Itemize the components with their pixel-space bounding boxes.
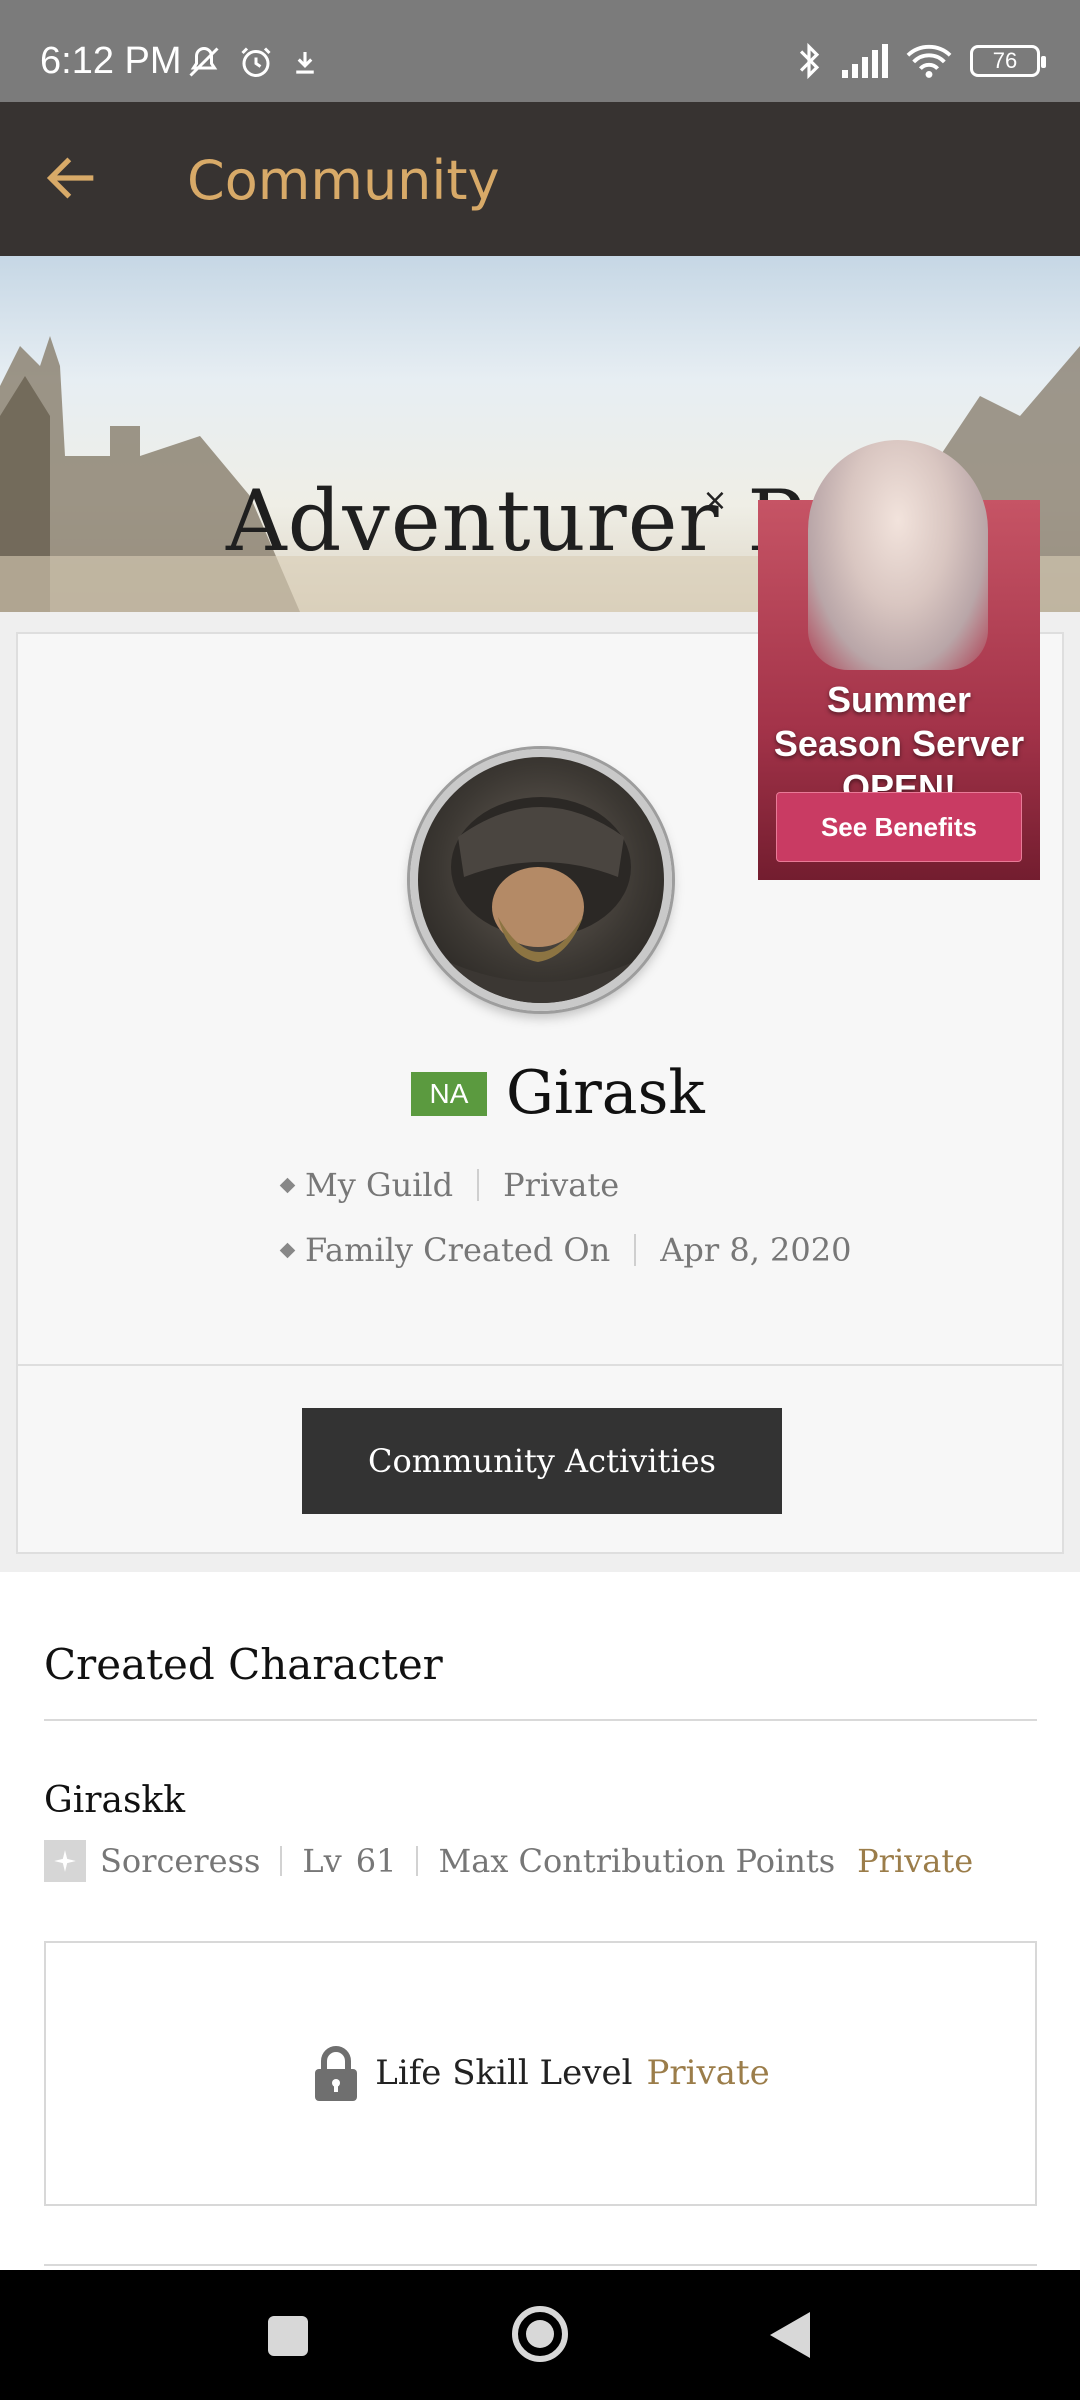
section-divider (44, 1719, 1037, 1721)
separator (634, 1234, 637, 1266)
contribution-value: Private (857, 1842, 974, 1880)
status-time: 6:12 PM (40, 40, 182, 82)
bullet-icon (279, 1242, 296, 1258)
community-activities-button[interactable]: Community Activities (302, 1408, 782, 1514)
life-skill-box: Life Skill Level Private (44, 1941, 1037, 2206)
back-button[interactable] (40, 146, 104, 210)
recents-button[interactable] (268, 2316, 308, 2356)
created-value: Apr 8, 2020 (660, 1231, 852, 1269)
separator (477, 1169, 480, 1201)
system-nav-bar (0, 2270, 1080, 2400)
promo-text: Summer Season Server OPEN! (773, 679, 1025, 808)
system-back-button[interactable] (770, 2312, 810, 2358)
guild-row: My Guild Private (279, 1166, 620, 1204)
section-divider (44, 2264, 1037, 2266)
status-icons-left (186, 44, 320, 80)
sorceress-class-icon (44, 1840, 86, 1882)
home-button[interactable] (512, 2306, 568, 2362)
wifi-icon (906, 45, 952, 78)
character-name[interactable]: Giraskk (44, 1780, 185, 1821)
character-info-row: Sorceress Lv 61 Max Contribution Points … (44, 1840, 973, 1882)
promo-ad[interactable]: Summer Season Server OPEN! See Benefits (758, 440, 1040, 880)
created-row: Family Created On Apr 8, 2020 (279, 1231, 852, 1269)
page-title: Community (187, 149, 500, 212)
arrow-left-icon (46, 157, 94, 199)
level-value: 61 (355, 1842, 397, 1880)
contribution-label: Max Contribution Points (438, 1842, 836, 1880)
promo-character-image (808, 440, 988, 670)
mute-icon (189, 46, 219, 77)
bullet-icon (279, 1177, 296, 1193)
separator (416, 1846, 419, 1876)
download-icon (296, 52, 314, 74)
life-skill-value: Private (646, 2053, 770, 2093)
character-portrait (438, 797, 644, 1003)
status-bar: 6:12 PM 76 (0, 0, 1080, 102)
signal-icon (842, 44, 888, 78)
section-title: Created Character (44, 1640, 443, 1689)
app-bar: Community (0, 102, 1080, 256)
close-icon[interactable]: × (700, 486, 730, 516)
lock-icon (315, 2046, 358, 2101)
character-class: Sorceress (100, 1842, 261, 1880)
separator (280, 1846, 283, 1876)
card-divider (18, 1364, 1062, 1366)
bluetooth-icon (799, 42, 820, 80)
avatar (410, 749, 672, 1011)
battery-icon: 76 (970, 45, 1046, 77)
status-icons-right: 76 (796, 42, 1046, 80)
guild-value: Private (503, 1166, 620, 1204)
guild-label: My Guild (305, 1166, 454, 1204)
alarm-icon (241, 47, 271, 77)
see-benefits-button[interactable]: See Benefits (776, 792, 1022, 862)
level-label: Lv (302, 1842, 342, 1880)
created-label: Family Created On (305, 1231, 611, 1269)
life-skill-label: Life Skill Level (375, 2053, 633, 2093)
life-skill-content: Life Skill Level Private (46, 2043, 1035, 2103)
family-name: Girask (506, 1058, 705, 1128)
region-badge: NA (411, 1072, 487, 1116)
